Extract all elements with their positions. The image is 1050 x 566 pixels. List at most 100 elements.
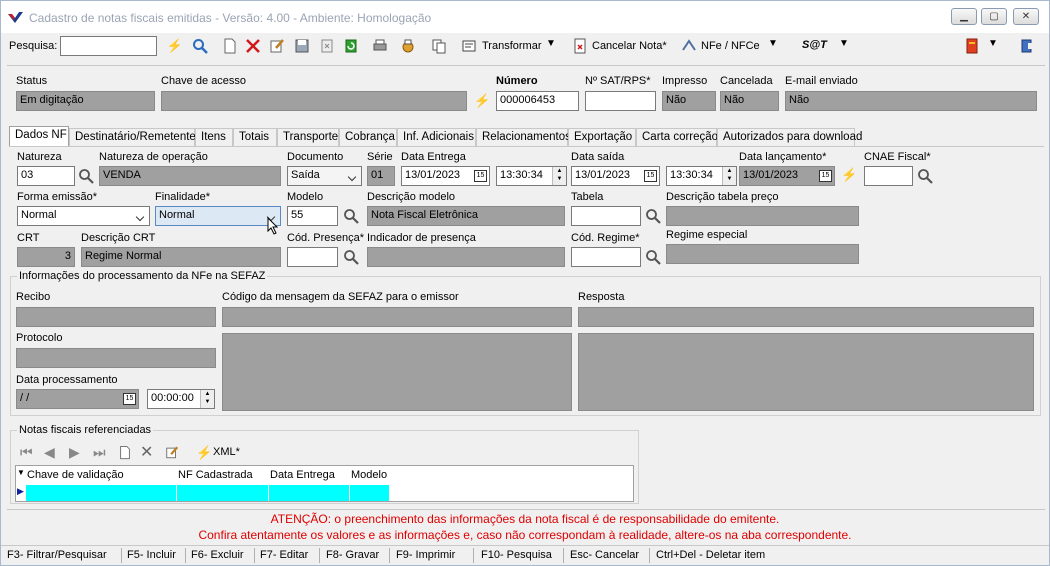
spinner-icon[interactable]: ▲ ▼ [552, 167, 566, 185]
shortcut-f3: F3- Filtrar/Pesquisar [7, 549, 107, 561]
new-record-icon[interactable] [118, 445, 132, 460]
copy-icon[interactable] [431, 38, 447, 54]
refresh-icon[interactable] [343, 38, 359, 54]
chevron-down-icon[interactable]: ▼ [839, 38, 849, 49]
forma-emissao-select[interactable]: Normal [17, 206, 150, 226]
edit-record-icon[interactable] [165, 445, 179, 460]
lightning-icon: ⚡ [196, 445, 213, 460]
new-document-icon[interactable] [222, 38, 238, 54]
transformar-button[interactable]: Transformar [482, 40, 542, 52]
cancel-edit-icon[interactable] [319, 38, 335, 54]
calendar-icon[interactable]: 15 [644, 170, 657, 182]
table-cell[interactable] [26, 485, 177, 501]
search-icon[interactable] [645, 249, 661, 265]
previous-record-icon[interactable]: ◀ [44, 444, 55, 461]
next-record-icon[interactable]: ▶ [69, 444, 80, 461]
impresso-label: Impresso [662, 75, 708, 87]
search-icon[interactable] [192, 38, 208, 54]
search-icon[interactable] [645, 208, 661, 224]
spinner-icon[interactable]: ▲ ▼ [722, 167, 736, 185]
exit-icon[interactable] [1019, 38, 1035, 54]
tab-relacionamentos[interactable]: Relacionamentos [476, 128, 571, 146]
column-header[interactable]: Modelo [351, 469, 387, 481]
tab-transporte[interactable]: Transporte [277, 128, 339, 146]
natureza-field[interactable]: 03 [17, 166, 75, 186]
tab-cobranca[interactable]: Cobrança [339, 128, 397, 146]
documento-select[interactable]: Saída [287, 166, 362, 186]
delete-icon[interactable] [245, 38, 261, 54]
chevron-down-icon[interactable]: ▼ [988, 38, 998, 49]
finalidade-select[interactable]: Normal [155, 206, 281, 226]
search-icon[interactable] [78, 168, 94, 184]
data-lancamento-field: 13/01/2023 15 [739, 166, 835, 186]
hora-entrega-field[interactable]: 13:30:34 ▲ ▼ [496, 166, 567, 186]
search-icon[interactable] [343, 208, 359, 224]
main-window: Cadastro de notas fiscais emitidas - Ver… [0, 0, 1050, 566]
data-saida-field[interactable]: 13/01/2023 15 [571, 166, 660, 186]
calendar-icon: 15 [819, 170, 832, 182]
data-entrega-field[interactable]: 13/01/2023 15 [401, 166, 490, 186]
column-header[interactable]: NF Cadastrada [178, 469, 253, 481]
hora-processamento-field[interactable]: 00:00:00 ▲ ▼ [147, 389, 215, 409]
table-cell[interactable] [350, 485, 389, 501]
divider [185, 548, 186, 563]
notas-referenciadas-table[interactable]: ▼ Chave de validação NF Cadastrada Data … [15, 465, 634, 502]
cod-regime-field[interactable] [571, 247, 641, 267]
column-header[interactable]: Data Entrega [270, 469, 335, 481]
save-icon[interactable] [294, 38, 310, 54]
resposta-label: Resposta [578, 291, 625, 303]
tabela-field[interactable] [571, 206, 641, 226]
filter-lightning-icon[interactable]: ⚡ [167, 38, 183, 54]
tab-destinatario[interactable]: Destinatário/Remetente [69, 128, 196, 146]
notas-referenciadas-title: Notas fiscais referenciadas [17, 424, 154, 436]
lightning-icon: ⚡ [841, 167, 858, 182]
tab-totais[interactable]: Totais [233, 128, 277, 146]
chevron-down-icon[interactable]: ▼ [768, 38, 778, 49]
divider [121, 548, 122, 563]
book-icon[interactable] [964, 38, 980, 54]
shortcut-f6: F6- Excluir [191, 549, 244, 561]
status-field: Em digitação [16, 91, 155, 111]
delete-record-icon[interactable]: ✕ [140, 442, 153, 462]
cnae-field[interactable] [864, 166, 913, 186]
tab-inf-adicionais[interactable]: Inf. Adicionais [397, 128, 476, 146]
nfe-nfce-button[interactable]: NFe / NFCe [701, 40, 760, 52]
chevron-down-icon[interactable]: ▼ [546, 38, 556, 49]
print-settings-icon[interactable] [400, 38, 416, 54]
cod-regime-label: Cód. Regime* [571, 232, 640, 244]
cod-presenca-field[interactable] [287, 247, 338, 267]
cancelar-nota-button[interactable]: Cancelar Nota* [592, 40, 667, 52]
search-icon[interactable] [917, 168, 933, 184]
codigo-mensagem-field [222, 307, 572, 327]
column-header[interactable]: Chave de validação [27, 469, 124, 481]
spinner-icon[interactable]: ▲ ▼ [200, 390, 214, 408]
edit-icon[interactable] [269, 38, 285, 54]
tab-exportacao[interactable]: Exportação [568, 128, 636, 146]
numero-field[interactable]: 000006453 [496, 91, 579, 111]
tab-autorizados[interactable]: Autorizados para download [717, 128, 862, 146]
table-cell[interactable] [177, 485, 269, 501]
table-cell[interactable] [269, 485, 350, 501]
calendar-icon[interactable]: 15 [474, 170, 487, 182]
search-icon[interactable] [343, 249, 359, 265]
xml-button[interactable]: XML* [213, 446, 240, 458]
mouse-cursor-icon [267, 217, 279, 235]
tab-carta-correcao[interactable]: Carta correção [636, 128, 718, 146]
tab-dados-nf[interactable]: Dados NF [9, 126, 69, 146]
first-record-icon[interactable]: ⏮ [20, 444, 33, 461]
tab-itens[interactable]: Itens [195, 128, 233, 146]
lightning-icon[interactable]: ⚡ [474, 93, 490, 109]
minimize-button[interactable]: ▁ [951, 8, 977, 25]
divider [319, 548, 320, 563]
hora-saida-field[interactable]: 13:30:34 ▲ ▼ [666, 166, 737, 186]
natureza-operacao-field: VENDA [99, 166, 281, 186]
modelo-field[interactable]: 55 [287, 206, 338, 226]
table-row[interactable] [26, 485, 389, 501]
close-window-button[interactable]: ✕ [1013, 8, 1039, 25]
maximize-button[interactable]: ▢ [981, 8, 1007, 25]
last-record-icon[interactable]: ⏭ [93, 444, 106, 461]
sat-rps-field[interactable] [585, 91, 656, 111]
print-icon[interactable] [372, 38, 388, 54]
sat-button[interactable]: S@T [802, 39, 827, 51]
search-input[interactable] [60, 36, 157, 56]
